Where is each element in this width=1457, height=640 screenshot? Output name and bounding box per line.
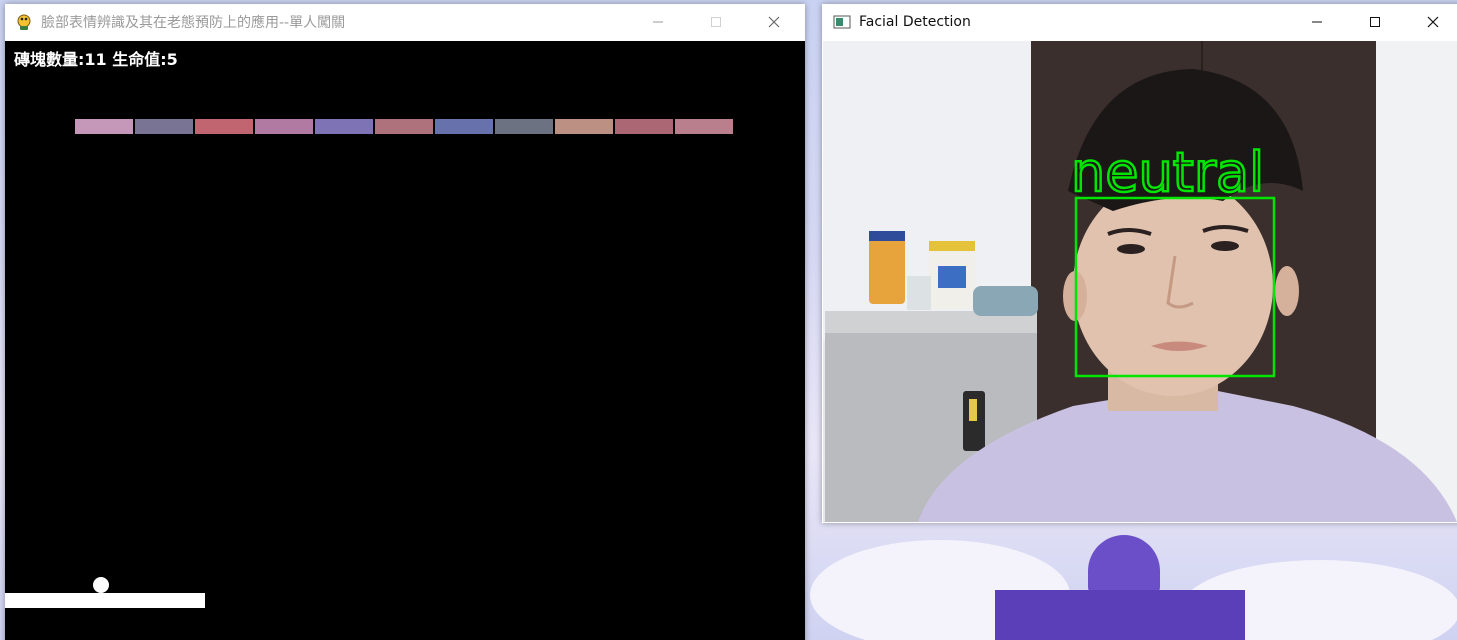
brick xyxy=(195,119,253,134)
brick xyxy=(255,119,313,134)
game-canvas[interactable]: 磚塊數量:11 生命值:5 xyxy=(5,41,805,640)
opencv-window-icon xyxy=(833,14,851,30)
face-titlebar[interactable]: Facial Detection xyxy=(822,4,1457,40)
brick xyxy=(375,119,433,134)
brick xyxy=(135,119,193,134)
brick xyxy=(555,119,613,134)
game-window-title: 臉部表情辨識及其在老態預防上的應用--單人闖關 xyxy=(41,15,346,31)
game-titlebar[interactable]: 臉部表情辨識及其在老態預防上的應用--單人闖關 xyxy=(5,4,805,40)
brick xyxy=(315,119,373,134)
brick xyxy=(615,119,673,134)
desktop: 臉部表情辨識及其在老態預防上的應用--單人闖關 磚塊數量:11 生命值:5 Fa… xyxy=(0,0,1457,640)
camera-frame: neutral xyxy=(823,41,1457,522)
brick xyxy=(435,119,493,134)
brick xyxy=(75,119,133,134)
emotion-label: neutral xyxy=(1071,141,1264,204)
brick xyxy=(675,119,733,134)
ball xyxy=(93,577,109,593)
maximize-button[interactable] xyxy=(693,4,739,40)
minimize-button[interactable] xyxy=(635,4,681,40)
wallpaper-building xyxy=(995,590,1245,640)
camera-feed: neutral xyxy=(823,41,1457,522)
minimize-button[interactable] xyxy=(1294,4,1340,40)
hud-status: 磚塊數量:11 生命值:5 xyxy=(14,50,178,69)
face-detection-window: Facial Detection neutral xyxy=(822,4,1457,523)
paddle[interactable] xyxy=(5,593,205,608)
close-button[interactable] xyxy=(1410,4,1456,40)
brick xyxy=(495,119,553,134)
game-window: 臉部表情辨識及其在老態預防上的應用--單人闖關 磚塊數量:11 生命值:5 xyxy=(5,4,805,640)
maximize-button[interactable] xyxy=(1352,4,1398,40)
pygame-snake-icon xyxy=(15,13,33,31)
close-button[interactable] xyxy=(751,4,797,40)
face-window-title: Facial Detection xyxy=(859,14,971,30)
wallpaper-tower xyxy=(1088,535,1160,595)
